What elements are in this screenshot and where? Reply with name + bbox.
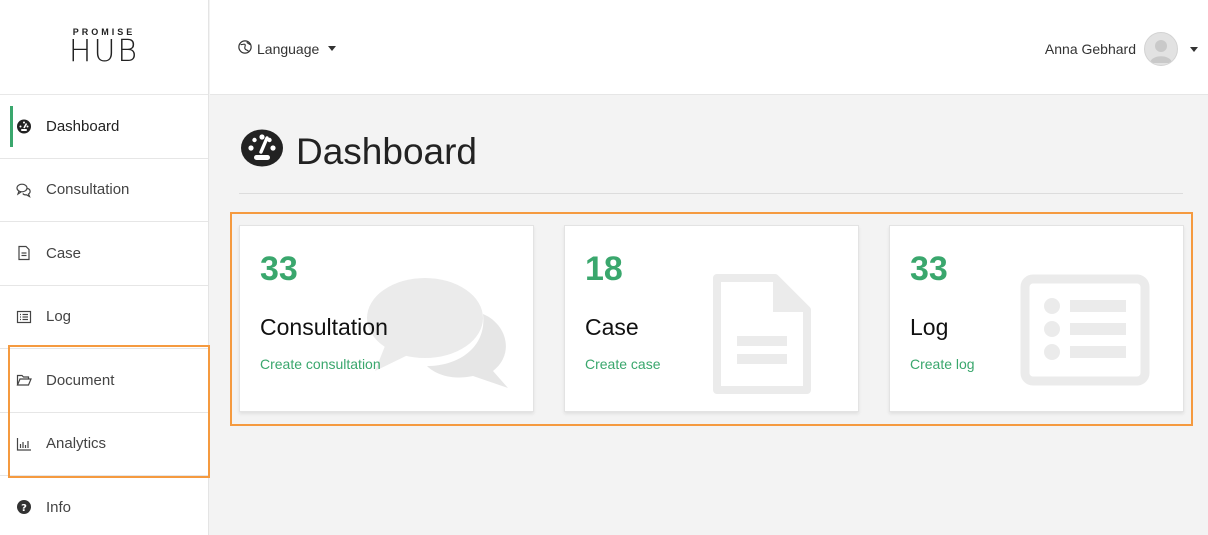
sidebar-item-analytics[interactable]: Analytics — [0, 412, 208, 476]
sidebar-item-label: Analytics — [46, 435, 107, 453]
globe-icon — [238, 40, 252, 57]
avatar — [1144, 32, 1178, 66]
tachometer-icon — [16, 118, 46, 134]
sidebar-item-label: Case — [46, 244, 82, 262]
comments-icon — [16, 182, 46, 198]
title-divider — [239, 193, 1183, 194]
sidebar-item-info[interactable]: ? Info — [0, 476, 208, 535]
page-title-text: Dashboard — [296, 130, 478, 172]
language-label: Language — [257, 40, 320, 57]
sidebar-item-consultation[interactable]: Consultation — [0, 158, 208, 222]
page-title: Dashboard — [240, 127, 477, 176]
question-circle-icon: ? — [16, 499, 46, 515]
bar-chart-icon — [16, 436, 46, 452]
sidebar-item-case[interactable]: Case — [0, 222, 208, 286]
sidebar-item-label: Document — [46, 371, 115, 389]
top-bar: Language Anna Gebhard — [210, 0, 1208, 95]
sidebar: PROMISE HUB Dashboard Consultation Case — [0, 0, 209, 535]
sidebar-item-label: Dashboard — [46, 117, 120, 135]
folder-open-icon — [16, 372, 46, 388]
sidebar-item-log[interactable]: Log — [0, 285, 208, 349]
caret-down-icon — [328, 46, 337, 51]
user-menu[interactable]: Anna Gebhard — [1045, 32, 1198, 66]
svg-text:?: ? — [21, 503, 27, 514]
language-dropdown[interactable]: Language — [238, 40, 337, 57]
sidebar-item-label: Consultation — [46, 181, 130, 199]
file-icon — [16, 245, 46, 261]
sidebar-item-label: Info — [46, 498, 72, 516]
sidebar-nav: Dashboard Consultation Case Log Document — [0, 95, 208, 535]
logo-main-text: HUB — [68, 34, 140, 69]
sidebar-item-dashboard[interactable]: Dashboard — [0, 95, 208, 159]
sidebar-item-label: Log — [46, 308, 72, 326]
user-name: Anna Gebhard — [1044, 41, 1136, 57]
highlight-box-cards — [230, 212, 1193, 426]
logo[interactable]: PROMISE HUB — [0, 0, 208, 95]
sidebar-item-document[interactable]: Document — [0, 349, 208, 413]
caret-down-icon — [1190, 46, 1198, 52]
tachometer-icon — [240, 127, 284, 176]
list-icon — [16, 309, 46, 325]
